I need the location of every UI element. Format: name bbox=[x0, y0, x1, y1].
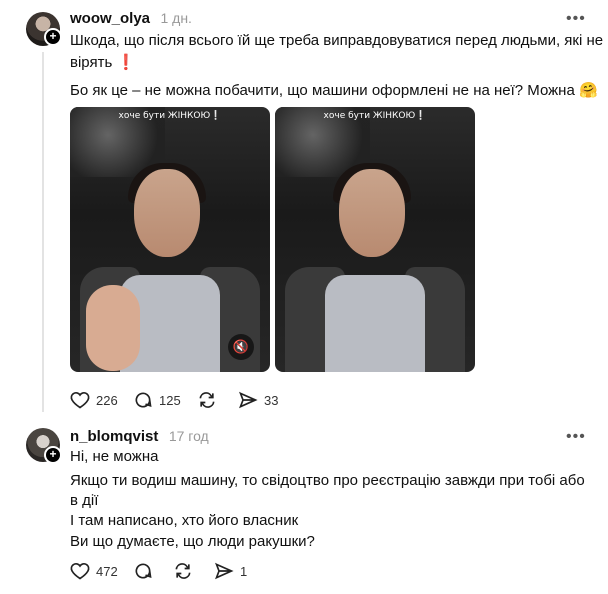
thread-line bbox=[42, 52, 44, 412]
post-text-line: Бо як це – не можна побачити, що машини … bbox=[70, 80, 598, 102]
timestamp[interactable]: 17 год bbox=[169, 428, 209, 444]
like-button[interactable]: 472 bbox=[70, 561, 118, 581]
hug-emoji-icon: 🤗 bbox=[578, 82, 598, 99]
mute-icon[interactable]: 🔇 bbox=[228, 334, 254, 360]
reply-line: Ні, не можна bbox=[70, 448, 159, 465]
comment-icon bbox=[135, 563, 152, 579]
share-count: 33 bbox=[264, 392, 279, 408]
repost-icon bbox=[175, 563, 191, 579]
like-count: 472 bbox=[96, 563, 118, 579]
follow-plus-icon[interactable]: + bbox=[44, 28, 62, 46]
face bbox=[134, 169, 200, 257]
post-text-line: Шкода, що після всього їй ще треба випра… bbox=[70, 30, 603, 52]
exclamation-emoji-icon: ❗ bbox=[116, 54, 136, 71]
video-caption: хоче бути ЖІНКОЮ❕ bbox=[323, 111, 427, 121]
repost-icon bbox=[199, 392, 215, 408]
shirt bbox=[325, 275, 425, 372]
video-caption: хоче бути ЖІНКОЮ❕ bbox=[118, 111, 222, 121]
reply-header: n_blomqvist 17 год bbox=[70, 428, 209, 446]
send-icon bbox=[215, 562, 234, 580]
share-button[interactable]: 1 bbox=[214, 561, 247, 581]
more-options-icon[interactable]: ••• bbox=[566, 428, 586, 446]
timestamp[interactable]: 1 дн. bbox=[160, 10, 191, 26]
heart-icon bbox=[70, 391, 90, 409]
share-button[interactable]: 33 bbox=[238, 390, 278, 410]
video-thumbnail[interactable]: хоче бути ЖІНКОЮ❕ bbox=[275, 107, 475, 372]
like-count: 226 bbox=[96, 392, 118, 408]
heart-icon bbox=[70, 562, 90, 580]
reply-line: І там написано, хто його власник bbox=[70, 512, 299, 529]
comment-button[interactable]: 125 bbox=[133, 390, 181, 410]
username[interactable]: n_blomqvist bbox=[70, 428, 158, 445]
share-count: 1 bbox=[240, 563, 248, 579]
more-options-icon[interactable]: ••• bbox=[566, 10, 586, 28]
hand bbox=[86, 285, 140, 371]
repost-button[interactable] bbox=[197, 390, 223, 410]
post-text-2: вірять bbox=[70, 54, 113, 71]
post-text-3: Бо як це – не можна побачити, що машини … bbox=[70, 82, 575, 99]
follow-plus-icon[interactable]: + bbox=[44, 446, 62, 464]
reply-line: в дії bbox=[70, 492, 99, 509]
repost-button[interactable] bbox=[173, 561, 199, 581]
video-thumbnail[interactable]: хоче бути ЖІНКОЮ❕ 🔇 bbox=[70, 107, 270, 372]
comment-count: 125 bbox=[159, 392, 181, 408]
face bbox=[339, 169, 405, 257]
post-text-1: Шкода, що після всього їй ще треба випра… bbox=[70, 32, 604, 49]
send-icon bbox=[239, 391, 258, 409]
reply-line: Ви що думаєте, що люди ракушки? bbox=[70, 533, 315, 550]
comment-button[interactable] bbox=[133, 561, 159, 581]
username[interactable]: woow_olya bbox=[70, 10, 150, 27]
reply-line: Якщо ти водиш машину, то свідоцтво про р… bbox=[70, 472, 585, 489]
post-text-line: вірять ❗ bbox=[70, 52, 135, 74]
comment-icon bbox=[135, 392, 152, 408]
post-header: woow_olya 1 дн. bbox=[70, 10, 192, 28]
like-button[interactable]: 226 bbox=[70, 390, 118, 410]
